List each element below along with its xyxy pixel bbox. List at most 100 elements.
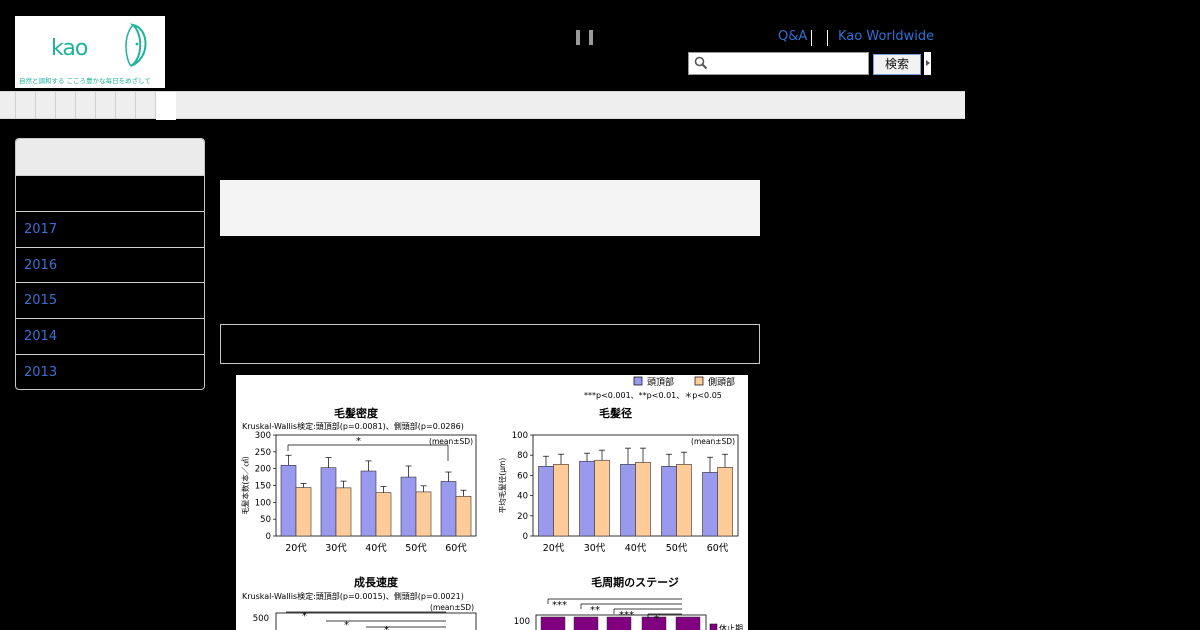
significance-mark: **: [590, 605, 600, 616]
sidebar-header: [16, 139, 204, 175]
legend-swatch-telogen: [709, 623, 718, 630]
bar: [415, 491, 432, 537]
pause-icon[interactable]: [576, 30, 593, 45]
bar: [295, 487, 312, 537]
bar: [375, 492, 392, 537]
nav-item[interactable]: [16, 92, 36, 119]
chart-note: (mean±SD): [691, 437, 735, 446]
y-tick-label: 200: [255, 465, 271, 475]
bar: [676, 463, 692, 537]
figure-canvas: 頭頂部 側頭部 ***p<0.001、**p<0.01、＊p<0.05 毛髪密度…: [240, 376, 743, 630]
sidebar-item-2014[interactable]: 2014: [16, 318, 204, 354]
nav-item[interactable]: [136, 92, 156, 119]
link-kao-worldwide[interactable]: Kao Worldwide: [838, 29, 934, 44]
chart-note: (mean±SD): [429, 437, 473, 446]
sidebar-item-label[interactable]: 2017: [24, 222, 57, 237]
sidebar-item[interactable]: [16, 175, 204, 211]
sidebar-item-2013[interactable]: 2013: [16, 354, 204, 389]
y-tick-label: 300: [255, 431, 271, 441]
sidebar-item-2017[interactable]: 2017: [16, 211, 204, 247]
search-options-arrow[interactable]: [924, 52, 931, 75]
x-tick-label: 20代: [285, 543, 307, 554]
hair-study-figure: 頭頂部 側頭部 ***p<0.001、**p<0.01、＊p<0.05 毛髪密度…: [236, 375, 748, 630]
x-tick-label: 60代: [707, 543, 729, 554]
sidebar-item-2015[interactable]: 2015: [16, 282, 204, 318]
bar: [594, 459, 610, 537]
bar: [702, 472, 718, 537]
bar: [360, 470, 377, 537]
bar: [579, 460, 595, 537]
y-tick-label: 20: [517, 512, 528, 522]
bar: [620, 463, 636, 537]
search-icon: [694, 56, 708, 70]
nav-item[interactable]: [116, 92, 136, 119]
nav-item-active[interactable]: [156, 92, 176, 120]
x-tick-label: 50代: [666, 543, 688, 554]
y-tick-label: 150: [255, 482, 271, 492]
y-tick-label: 60: [517, 471, 528, 481]
chart-subtitle: Kruskal-Wallis検定:頭頂部(p=0.0015)、側頭部(p=0.0…: [242, 591, 464, 601]
sidebar-item-2016[interactable]: 2016: [16, 247, 204, 283]
global-nav: [0, 91, 965, 119]
bar-telogen: [675, 616, 701, 630]
chart-subtitle: Kruskal-Wallis検定:頭頂部(p=0.0081)、側頭部(p=0.0…: [242, 421, 464, 431]
legend-telogen: 休止期: [719, 623, 743, 630]
search-input[interactable]: [688, 52, 869, 75]
bar: [280, 465, 297, 537]
legend-swatch-temporal: [694, 376, 704, 386]
significance-mark: *: [302, 611, 307, 622]
search-button[interactable]: 検索: [873, 54, 921, 75]
chart-title: 成長速度: [354, 575, 399, 589]
significance-mark: *: [344, 620, 349, 630]
y-tick-label: 80: [517, 451, 528, 461]
legend-temporal: 側頭部: [708, 376, 735, 388]
sidebar-item-label[interactable]: 2014: [24, 329, 57, 344]
y-tick-label: 500: [253, 614, 269, 624]
bar: [661, 466, 677, 537]
bar: [553, 463, 569, 537]
y-axis-label: 平均毛髪径(μm): [497, 458, 507, 514]
moon-face-icon: [125, 23, 147, 67]
y-tick-label: 100: [514, 617, 530, 627]
nav-item[interactable]: [96, 92, 116, 119]
significance-mark: ***: [619, 610, 634, 621]
sidebar-item-label[interactable]: 2013: [24, 365, 57, 380]
logo-tagline: 自然と調和する こころ豊かな毎日をめざして: [19, 77, 151, 85]
x-tick-label: 60代: [445, 543, 467, 554]
divider: [827, 30, 828, 46]
y-tick-label: 40: [517, 492, 528, 502]
y-tick-label: 100: [512, 431, 528, 441]
legend-crown: 頭頂部: [647, 376, 674, 388]
bar: [717, 467, 733, 537]
kao-logo[interactable]: kao 自然と調和する こころ豊かな毎日をめざして: [15, 16, 165, 88]
content-lead-box: [220, 180, 760, 236]
content-heading-box: [220, 324, 760, 364]
bar: [635, 461, 651, 537]
nav-item[interactable]: [56, 92, 76, 119]
significance-legend: ***p<0.001、**p<0.01、＊p<0.05: [584, 391, 722, 400]
bar: [440, 481, 457, 537]
sidebar-item-label[interactable]: 2015: [24, 293, 57, 308]
y-tick-label: 100: [255, 498, 271, 508]
x-tick-label: 30代: [325, 543, 347, 554]
significance-mark: ***: [552, 600, 567, 611]
x-tick-label: 20代: [543, 543, 565, 554]
bar: [335, 487, 352, 537]
sidebar-item-label[interactable]: 2016: [24, 258, 57, 273]
link-qa[interactable]: Q&A: [778, 29, 807, 44]
legend-swatch-crown: [633, 376, 643, 386]
x-tick-label: 30代: [584, 543, 606, 554]
nav-item[interactable]: [76, 92, 96, 119]
nav-item[interactable]: [0, 92, 16, 119]
significance-mark: *: [384, 625, 389, 630]
y-axis-label: 毛髪本数(本／㎠): [240, 456, 250, 514]
chart-title: 毛周期のステージ: [591, 575, 679, 589]
x-tick-label: 40代: [625, 543, 647, 554]
x-tick-label: 40代: [365, 543, 387, 554]
y-tick-label: 0: [266, 532, 271, 542]
sidebar-year-nav: 2017 2016 2015 2014 2013: [15, 138, 205, 390]
nav-item[interactable]: [36, 92, 56, 119]
bar: [538, 466, 554, 537]
significance-mark: *: [654, 614, 659, 625]
bar: [400, 476, 417, 537]
